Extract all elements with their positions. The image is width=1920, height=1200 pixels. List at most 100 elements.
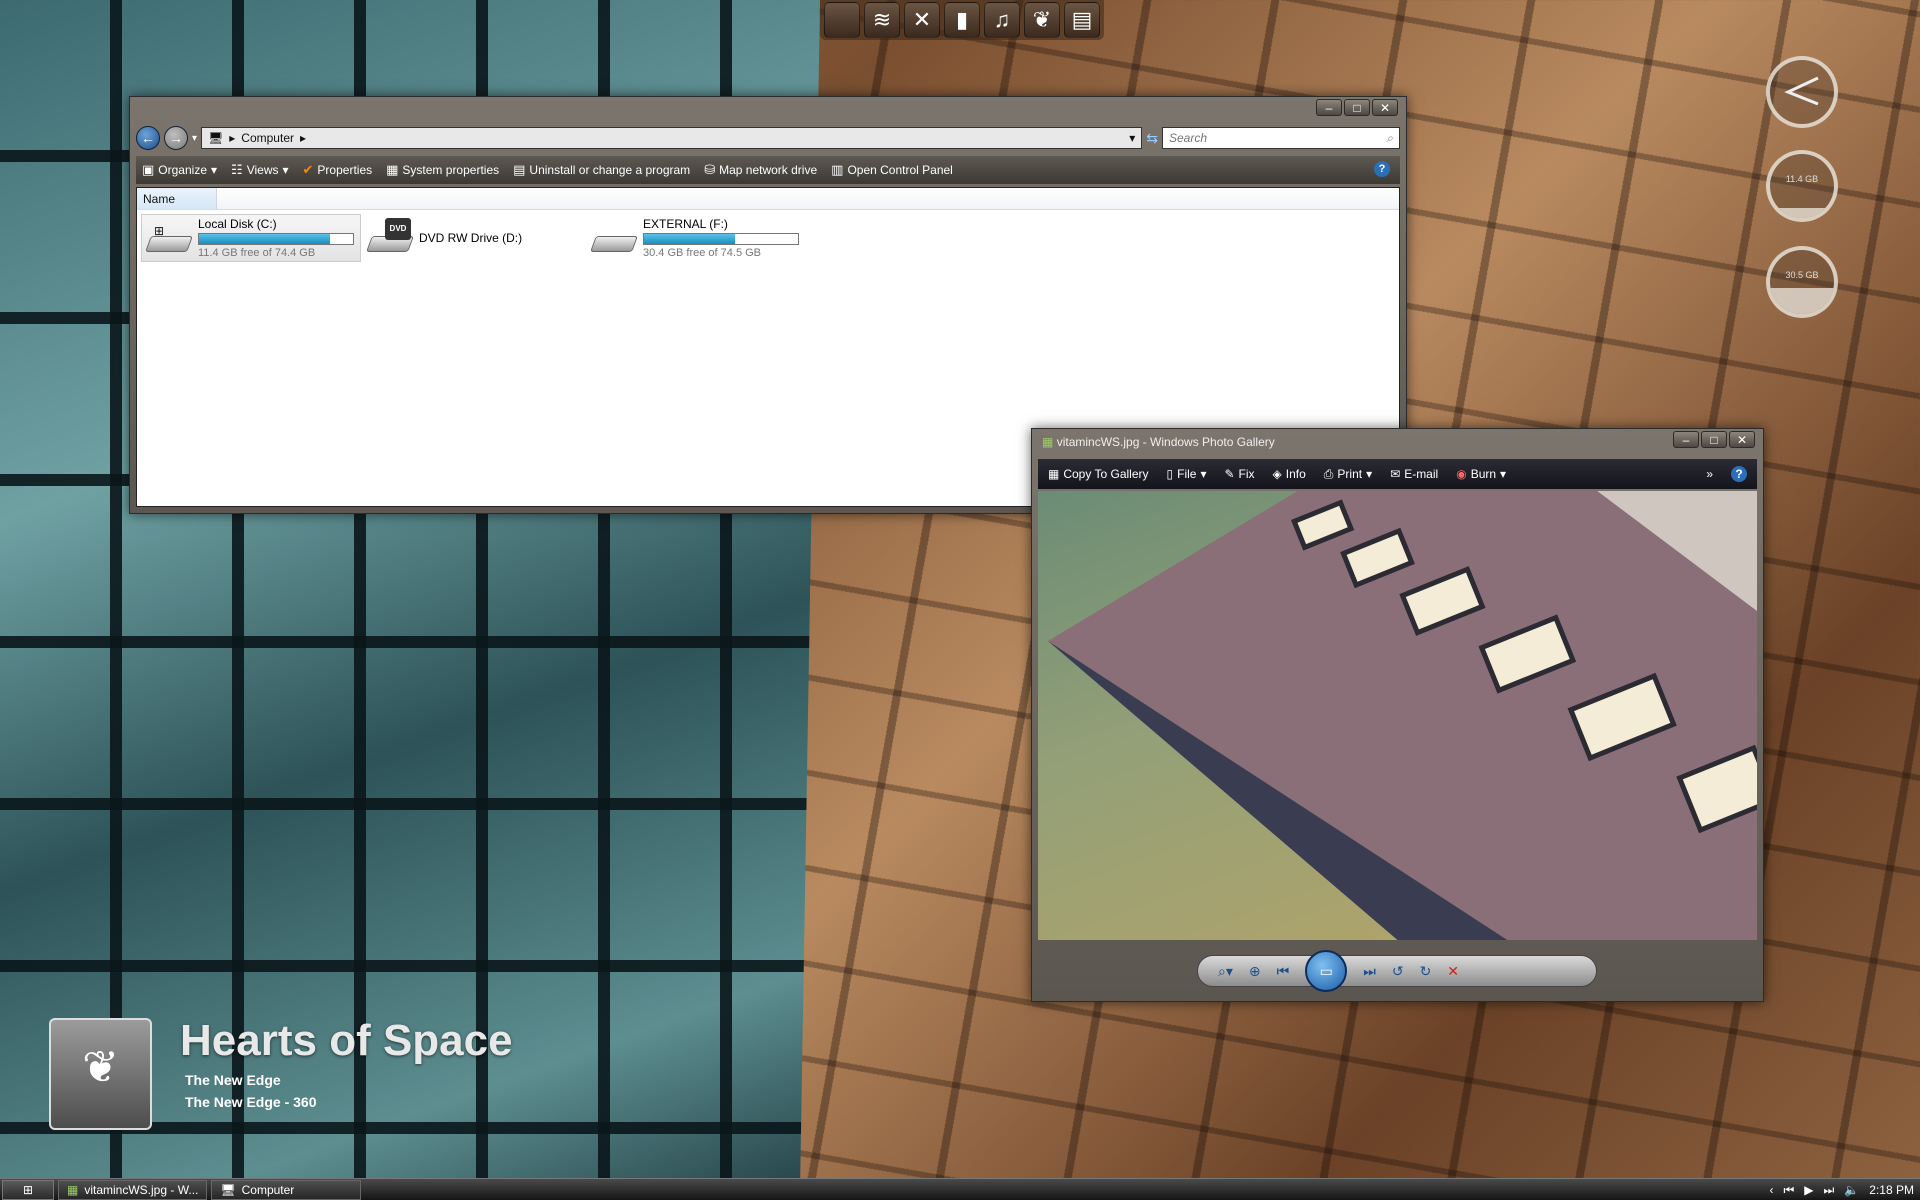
music-icon[interactable]: ♫: [984, 2, 1020, 38]
system-tray: ‹ ⏮ ▶ ⏭ 🔈 2:18 PM: [1769, 1179, 1914, 1200]
clock-gauge: [1766, 56, 1838, 128]
email-icon: ✉: [1390, 467, 1401, 481]
actual-size-icon[interactable]: ⊕: [1249, 963, 1261, 980]
minimize-button[interactable]: –: [1316, 99, 1342, 116]
organize-button[interactable]: ▣ Organize ▾: [142, 162, 217, 178]
taskbar-item-computer[interactable]: 🖥 Computer: [211, 1179, 362, 1200]
photo-gallery-icon: ▦: [67, 1182, 79, 1197]
uninstall-program-button[interactable]: ▤ Uninstall or change a program: [513, 162, 690, 178]
media-play-icon[interactable]: ▶: [1804, 1183, 1813, 1197]
media-next-icon[interactable]: ⏭: [1824, 1183, 1835, 1198]
help-icon[interactable]: ?: [1374, 161, 1390, 177]
volume-icon[interactable]: 🔈: [1844, 1183, 1859, 1197]
drive-c-name: Local Disk (C:): [198, 217, 277, 231]
views-button[interactable]: ☷ Views ▾: [231, 162, 288, 178]
chevron-down-icon: ▾: [282, 163, 289, 177]
dock: ≋ ✕ ▮ ♫ ❦ ▤: [820, 0, 1104, 40]
refresh-icon[interactable]: ⇆: [1146, 130, 1158, 147]
system-properties-button[interactable]: ▦ System properties: [386, 162, 499, 178]
info-button[interactable]: ◈ Info: [1273, 467, 1306, 481]
wifi-icon[interactable]: ≋: [864, 2, 900, 38]
copy-to-gallery-icon: ▦: [1048, 467, 1060, 481]
taskbar-item-gallery-label: vitamincWS.jpg - W...: [84, 1182, 199, 1197]
maximize-button[interactable]: □: [1344, 99, 1370, 116]
minimize-button[interactable]: –: [1673, 431, 1699, 448]
taskbar: ⊞ ▦ vitamincWS.jpg - W... 🖥 Computer ‹ ⏮…: [0, 1178, 1920, 1200]
album-art[interactable]: ❦: [49, 1018, 152, 1130]
clock-hands-icon: [1784, 76, 1819, 106]
drive-f-usage-bar: [643, 233, 799, 245]
recent-pages-chevron-icon[interactable]: ▾: [192, 133, 197, 144]
hard-disk-icon: ⊞: [145, 218, 193, 258]
properties-button[interactable]: ✔ Properties: [303, 162, 373, 178]
help-icon: ?: [1731, 466, 1747, 482]
control-panel-icon: ▥: [831, 162, 844, 177]
rotate-left-icon[interactable]: ↺: [1392, 963, 1404, 980]
photo-viewer[interactable]: [1038, 491, 1757, 940]
checkmark-icon: ✔: [302, 162, 314, 177]
clock[interactable]: 2:18 PM: [1869, 1183, 1914, 1197]
drive-item-f[interactable]: EXTERNAL (F:) 30.4 GB free of 74.5 GB: [587, 214, 827, 262]
info-label: Info: [1285, 467, 1306, 481]
maximize-button[interactable]: □: [1701, 431, 1727, 448]
media-previous-icon[interactable]: ⏮: [1783, 1183, 1794, 1198]
copy-to-gallery-label: Copy To Gallery: [1063, 467, 1149, 481]
drive-item-c[interactable]: ⊞ Local Disk (C:) 11.4 GB free of 74.4 G…: [141, 214, 361, 262]
address-bar-row: ← → ▾ 🖥 ▸ Computer ▸ ▾ ⇆ ⌕: [136, 125, 1400, 151]
drive-d-name: DVD RW Drive (D:): [419, 231, 523, 245]
open-control-panel-button[interactable]: ▥ Open Control Panel: [831, 162, 953, 178]
slideshow-button[interactable]: ▭: [1305, 950, 1348, 992]
breadcrumb-chevron-icon[interactable]: ▸: [300, 131, 306, 145]
search-box[interactable]: ⌕: [1162, 127, 1400, 149]
map-network-drive-button[interactable]: ⛁ Map network drive: [704, 162, 817, 178]
drive-item-d[interactable]: DVD DVD RW Drive (D:): [363, 214, 563, 262]
trash-icon[interactable]: ▮: [944, 2, 980, 38]
notes-icon[interactable]: ▤: [1064, 2, 1100, 38]
address-dropdown-icon[interactable]: ▾: [1129, 131, 1135, 145]
zoom-icon[interactable]: ⌕▾: [1218, 963, 1233, 980]
taskbar-item-gallery[interactable]: ▦ vitamincWS.jpg - W...: [58, 1179, 208, 1200]
views-icon: ☷: [231, 162, 243, 177]
taskbar-item-computer-label: Computer: [241, 1182, 295, 1197]
delete-icon[interactable]: ✕: [1447, 963, 1459, 980]
back-button[interactable]: ←: [136, 126, 160, 150]
print-menu-button[interactable]: ⎙ Print ▾: [1324, 467, 1372, 482]
organize-icon: ▣: [142, 162, 155, 177]
breadcrumb-separator-icon[interactable]: ▸: [229, 131, 235, 145]
fix-button[interactable]: ✎ Fix: [1224, 467, 1254, 481]
breadcrumb-computer[interactable]: Computer: [241, 131, 294, 145]
start-button[interactable]: ⊞: [2, 1179, 54, 1200]
system-properties-icon: ▦: [386, 162, 399, 177]
photo-gallery-window: ▦ vitamincWS.jpg - Windows Photo Gallery…: [1031, 428, 1764, 1002]
overflow-button[interactable]: »: [1706, 467, 1713, 481]
tray-expand-icon[interactable]: ‹: [1769, 1183, 1773, 1197]
burn-menu-button[interactable]: ◉ Burn ▾: [1456, 467, 1506, 481]
file-label: File: [1177, 467, 1197, 481]
search-input[interactable]: [1169, 131, 1387, 145]
copy-to-gallery-button[interactable]: ▦ Copy To Gallery: [1048, 467, 1149, 481]
properties-label: Properties: [317, 163, 373, 177]
forward-button[interactable]: →: [164, 126, 188, 150]
next-icon[interactable]: ⏭: [1363, 963, 1376, 980]
close-button[interactable]: ✕: [1372, 99, 1398, 116]
printer-icon: ⎙: [1323, 466, 1334, 481]
rotate-right-icon[interactable]: ↻: [1420, 963, 1432, 980]
tools-icon[interactable]: ✕: [904, 2, 940, 38]
info-tag-icon: ◈: [1272, 467, 1282, 481]
gallery-help-button[interactable]: ?: [1731, 466, 1747, 482]
email-button[interactable]: ✉ E-mail: [1390, 467, 1438, 481]
column-header-name[interactable]: Name: [137, 188, 217, 209]
previous-icon[interactable]: ⏮: [1277, 963, 1290, 980]
drive-c-usage-fill: [199, 234, 330, 244]
close-button[interactable]: ✕: [1729, 431, 1755, 448]
file-menu-button[interactable]: ▯ File ▾: [1167, 467, 1207, 481]
search-icon[interactable]: ⌕: [1386, 131, 1393, 146]
explorer-toolbar: ▣ Organize ▾ ☷ Views ▾ ✔ Properties ▦ System p…: [136, 156, 1400, 184]
finder-icon[interactable]: ❦: [1024, 2, 1060, 38]
apple-icon[interactable]: [824, 2, 860, 38]
drive-c-usage-bar: [198, 233, 354, 245]
burn-disc-icon: ◉: [1456, 467, 1467, 481]
address-field[interactable]: 🖥 ▸ Computer ▸ ▾: [201, 127, 1143, 149]
email-label: E-mail: [1404, 467, 1439, 481]
dvd-drive-icon: DVD: [366, 218, 414, 258]
